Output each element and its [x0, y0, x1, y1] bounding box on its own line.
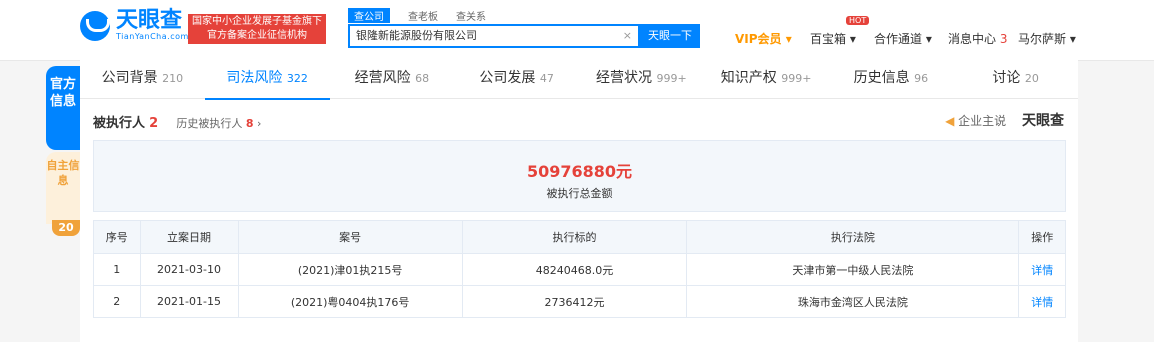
logo[interactable]: 天眼查 TianYanCha.com [80, 10, 189, 41]
tab-company-background[interactable]: 公司背景 210 [80, 60, 205, 98]
tab-intellectual-property[interactable]: 知识产权 999+ [704, 60, 829, 98]
details-link[interactable]: 详情 [1018, 285, 1066, 318]
brand-logo-text: 天眼查 [1022, 113, 1064, 129]
vip-menu[interactable]: VIP会员 ▾ [735, 30, 792, 47]
search-type-tabs: 查公司 查老板 查关系 [348, 8, 504, 23]
tab-history[interactable]: 历史信息 96 [829, 60, 954, 98]
col-court: 执行法院 [686, 220, 1020, 254]
search-input[interactable]: 银隆新能源股份有限公司 × [348, 24, 640, 48]
tab-discussion[interactable]: 讨论 20 [953, 60, 1078, 98]
brand-area: ◀ 企业主说 天眼查 [945, 110, 1064, 130]
col-filing-date: 立案日期 [139, 220, 239, 254]
summary-card: 50976880元 被执行总金额 [93, 140, 1066, 212]
table-row: 1 2021-03-10 (2021)津01执215号 48240468.0元 … [93, 253, 1066, 286]
history-executed-link[interactable]: 历史被执行人 8 › [176, 117, 261, 130]
message-center[interactable]: 消息中心 3 [948, 30, 1007, 47]
hot-badge: HOT [846, 16, 870, 25]
cooperation-menu[interactable]: 合作通道 ▾ [874, 30, 932, 47]
details-link[interactable]: 详情 [1018, 253, 1066, 286]
executed-persons-table: 序号 立案日期 案号 执行标的 执行法院 操作 1 2021-03-10 (20… [93, 220, 1066, 318]
col-index: 序号 [93, 220, 141, 254]
search-tab-company[interactable]: 查公司 [348, 8, 390, 23]
section-title: 被执行人 [93, 116, 146, 131]
search-tab-boss[interactable]: 查老板 [408, 8, 438, 23]
user-menu[interactable]: 马尔萨斯 ▾ [1018, 30, 1076, 47]
table-row: 2 2021-01-15 (2021)粤0404执176号 2736412元 珠… [93, 285, 1066, 318]
active-tab-indicator [204, 98, 330, 100]
promo-badge[interactable]: 国家中小企业发展子基金旗下 官方备案企业征信机构 [188, 14, 326, 44]
self-info-count-badge: 20 [52, 220, 80, 236]
enterprise-speak-link[interactable]: 企业主说 [958, 114, 1006, 128]
clear-icon[interactable]: × [623, 26, 632, 46]
logo-icon [80, 10, 110, 41]
category-tabs: 公司背景 210 司法风险 322 经营风险 68 公司发展 47 经营状况 9… [80, 60, 1078, 100]
treasure-menu[interactable]: 百宝箱 ▾ [810, 30, 856, 47]
promo-line-1: 国家中小企业发展子基金旗下 [192, 16, 322, 27]
tab-company-development[interactable]: 公司发展 47 [454, 60, 579, 98]
section-header: 被执行人 2 历史被执行人 8 › [93, 112, 261, 131]
tab-operation-risk[interactable]: 经营风险 68 [330, 60, 455, 98]
logo-domain: TianYanCha.com [116, 32, 189, 41]
sidetab-official-info[interactable]: 官方信息 [46, 66, 80, 150]
total-amount-label: 被执行总金额 [546, 187, 613, 200]
col-action: 操作 [1018, 220, 1066, 254]
sidetab-self-info[interactable]: 自主信息 [46, 152, 80, 224]
search-tab-relation[interactable]: 查关系 [456, 8, 486, 23]
total-amount: 50976880元 [526, 162, 633, 181]
col-execution-target: 执行标的 [461, 220, 688, 254]
tab-operation-status[interactable]: 经营状况 999+ [579, 60, 704, 98]
megaphone-icon: ◀ [945, 114, 955, 128]
top-navbar: 天眼查 TianYanCha.com 国家中小企业发展子基金旗下 官方备案企业征… [0, 0, 1154, 61]
tab-judicial-risk[interactable]: 司法风险 322 [204, 60, 330, 100]
search-button[interactable]: 天眼一下 [640, 24, 700, 48]
main-panel: 公司背景 210 司法风险 322 经营风险 68 公司发展 47 经营状况 9… [80, 60, 1078, 342]
promo-line-2: 官方备案企业征信机构 [207, 30, 307, 41]
col-case-number: 案号 [237, 220, 463, 254]
search-value: 银隆新能源股份有限公司 [356, 29, 477, 42]
section-count: 2 [149, 116, 159, 131]
logo-text: 天眼查 [116, 8, 183, 33]
